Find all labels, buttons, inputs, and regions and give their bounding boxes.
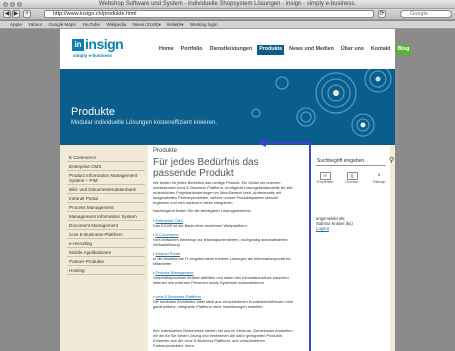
nav-produkte[interactable]: Produkte: [257, 45, 285, 55]
browser-toolbar: ◀ ▶ + http://www.insign.ch/produkte.html…: [0, 9, 455, 20]
sidebar-item-icms[interactable]: icms E-Business-Plattform: [67, 230, 145, 239]
list-item: ▪ icms E-Business-Plattform Die modulare…: [153, 294, 293, 309]
hero-subtitle: Modular individuelle Lösungen kosteneffi…: [71, 120, 217, 126]
sidebar-item-bilddatenbank[interactable]: Bild- und Dokumentendatenbank: [67, 185, 145, 194]
sidebar-item-hosting[interactable]: Hosting: [67, 266, 145, 275]
annotation-arrow-icon: [258, 139, 266, 147]
annotation-line-horizontal: [262, 142, 310, 144]
annotation-line-vertical: [309, 142, 311, 351]
item-description: Das ECMS ist die Basis einer modernen We…: [153, 222, 248, 228]
nav-portfolio[interactable]: Portfolio: [179, 45, 205, 55]
sidebar-item-pim[interactable]: Product Information Management System – …: [67, 171, 145, 185]
logo-tagline: simply e-business: [73, 53, 113, 58]
sitemap-icon: ⋔: [377, 172, 381, 177]
reload-icon: ⟳: [379, 11, 385, 17]
bookmark-item[interactable]: Wikipedia: [106, 22, 126, 27]
mail-icon: ✉: [319, 172, 331, 180]
item-description: Geschäftsprozesse flexibel abbilden und …: [153, 274, 289, 285]
forward-button[interactable]: ▶: [12, 10, 20, 18]
page-heading: Für jedes Bedürfnis das passende Produkt: [153, 157, 259, 179]
lead-text: Nachfolgend finden Sie die wichtigsten L…: [153, 208, 252, 213]
sidebar-item-process-management[interactable]: Process Management: [67, 203, 145, 212]
nav-ueber-uns[interactable]: Über uns: [339, 45, 366, 55]
bookmarks-bar: Apple Yahoo! Google Maps YouTube Wikiped…: [0, 21, 455, 29]
sidebar-item-ecommerce[interactable]: E-Commerce: [67, 153, 145, 162]
page-tools: ✉ Empfehlen ⎙ Drucken ⋔ Sitemap: [316, 172, 388, 184]
sidebar-item-erecruiting[interactable]: e-recruiting: [67, 239, 145, 248]
bookmark-item[interactable]: Working login: [190, 22, 218, 27]
bookmark-item[interactable]: Yahoo!: [28, 22, 42, 27]
list-item: ▪ Process Management Geschäftsprozesse f…: [153, 270, 289, 285]
sidebar-item-enterprise-cms[interactable]: Enterprise CMS: [67, 162, 145, 171]
back-button[interactable]: ◀: [3, 10, 11, 18]
bookmark-item[interactable]: Beliebt▾: [167, 22, 183, 27]
bookmark-item[interactable]: Google Maps: [48, 22, 75, 27]
search-bar[interactable]: Google: [400, 10, 452, 18]
sidebar-item-partner[interactable]: Partner-Produkte: [67, 257, 145, 266]
tool-label: Sitemap: [372, 180, 386, 184]
item-description: Vom einfachen Webshop zur leistungsorien…: [153, 236, 288, 247]
sidebar-item-mobile[interactable]: Mobile Applikationen: [67, 248, 145, 257]
content-area: E-Commerce Enterprise CMS Product Inform…: [60, 145, 395, 351]
tool-label: Empfehlen: [316, 180, 334, 184]
logo-name: insign: [85, 36, 124, 52]
search-icon[interactable]: ⚲: [389, 156, 394, 164]
nav-blog[interactable]: Blog: [395, 45, 412, 55]
list-item: ▪ E-Commerce Vom einfachen Webshop zur l…: [153, 232, 288, 247]
add-bookmark-button[interactable]: +: [23, 10, 31, 18]
nav-news[interactable]: News und Medien: [287, 45, 336, 55]
website: in insign simply e-business Home Portfol…: [60, 29, 412, 351]
logo-mark: in: [72, 39, 84, 51]
list-item: ▪ Intranet Portal In die bestehende IT e…: [153, 251, 291, 266]
logout-link[interactable]: Logout: [316, 226, 329, 231]
main-navigation: Home Portfolio Dienstleistungen Produkte…: [157, 45, 412, 55]
section-title: Produkte: [153, 148, 178, 154]
item-description: In die bestehende IT eingebundene Intran…: [153, 255, 291, 266]
list-item: ▪ Enterprise CMS Das ECMS ist die Basis …: [153, 218, 248, 228]
recommend-button[interactable]: ✉ Empfehlen: [316, 172, 334, 184]
bookmark-item[interactable]: YouTube: [82, 22, 100, 27]
tool-label: Drucken: [345, 180, 359, 184]
outro-text: Ihre individuellen Bedürfnisse stehen be…: [153, 328, 293, 348]
page-viewport: in insign simply e-business Home Portfol…: [0, 29, 455, 351]
print-button[interactable]: ⎙ Drucken: [343, 172, 361, 184]
reload-button[interactable]: ⟳: [378, 10, 386, 18]
window-titlebar: Webshop Software und System - individuel…: [0, 0, 455, 9]
window-title: Webshop Software und System - individuel…: [98, 1, 357, 7]
nav-kontakt[interactable]: Kontakt: [369, 45, 393, 55]
main-content: Produkte Für jedes Bedürfnis das passend…: [148, 145, 394, 351]
nav-home[interactable]: Home: [157, 45, 176, 55]
bookmark-item[interactable]: News (2148)▾: [133, 22, 161, 27]
site-search-input[interactable]: Suchbegriff eingeben: [316, 158, 386, 166]
login-info: angemeldet als: Sabrina Knüsel (ku) Logo…: [316, 216, 353, 232]
hero-title: Produkte: [71, 106, 116, 118]
nav-dienstleistungen[interactable]: Dienstleistungen: [208, 45, 255, 55]
logo[interactable]: in insign simply e-business: [72, 36, 132, 60]
print-icon: ⎙: [346, 172, 358, 180]
sidebar-item-mis[interactable]: Management Information System: [67, 212, 145, 221]
sidebar-item-document-management[interactable]: Document Management: [67, 221, 145, 230]
bookmark-item[interactable]: Apple: [10, 22, 22, 27]
site-header: in insign simply e-business Home Portfol…: [60, 29, 412, 69]
item-description: Die modulare Architektur lässt ideal aus…: [153, 298, 293, 309]
address-bar[interactable]: http://www.insign.ch/produkte.html: [44, 10, 374, 18]
sitemap-button[interactable]: ⋔ Sitemap: [370, 172, 388, 184]
sidebar-item-intranet[interactable]: Intranet Portal: [67, 194, 145, 203]
sidebar: E-Commerce Enterprise CMS Product Inform…: [67, 153, 145, 275]
intro-text: Wir bieten für jedes Bedürfnis das richt…: [153, 180, 293, 205]
hero-banner: Produkte Modular individuelle Lösungen k…: [60, 69, 395, 145]
